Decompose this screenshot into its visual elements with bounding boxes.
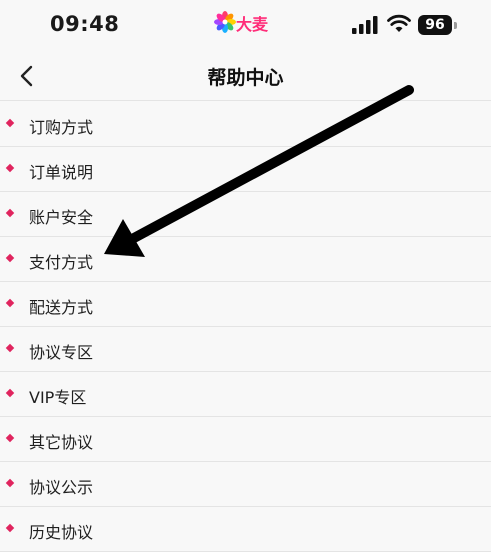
- diamond-bullet-icon: [5, 163, 15, 173]
- help-item-other-agreements[interactable]: 其它协议: [0, 417, 491, 462]
- help-item-label: VIP专区: [29, 388, 87, 407]
- battery-icon: 96: [418, 15, 452, 35]
- app-logo-text: 大麦: [236, 15, 269, 34]
- signal-icon: [352, 16, 378, 34]
- help-item-label: 配送方式: [29, 298, 94, 317]
- help-item-label: 历史协议: [29, 523, 94, 542]
- help-item-agreements[interactable]: 协议专区: [0, 327, 491, 372]
- help-item-label: 订单说明: [29, 163, 94, 182]
- diamond-bullet-icon: [5, 343, 15, 353]
- diamond-bullet-icon: [5, 118, 15, 128]
- diamond-bullet-icon: [5, 523, 15, 533]
- help-item-vip[interactable]: VIP专区: [0, 372, 491, 417]
- diamond-bullet-icon: [5, 388, 15, 398]
- battery-tip: [454, 22, 457, 29]
- help-item-label: 订购方式: [29, 118, 94, 137]
- status-bar: 09:48 大麦 96: [0, 0, 491, 52]
- diamond-bullet-icon: [5, 208, 15, 218]
- flower-logo-icon: [214, 11, 236, 33]
- navigation-bar: 帮助中心: [0, 52, 491, 101]
- help-item-ordering[interactable]: 订购方式: [0, 102, 491, 147]
- diamond-bullet-icon: [5, 253, 15, 263]
- diamond-bullet-icon: [5, 298, 15, 308]
- help-item-history-agreements[interactable]: 历史协议: [0, 507, 491, 552]
- help-item-label: 协议专区: [29, 343, 94, 362]
- help-item-label: 支付方式: [29, 253, 94, 272]
- status-time: 09:48: [50, 12, 120, 36]
- diamond-bullet-icon: [5, 478, 15, 488]
- help-item-label: 账户安全: [29, 208, 94, 227]
- help-list: 订购方式 订单说明 账户安全 支付方式 配送方式 协议专区 VIP专区 其它协议…: [0, 102, 491, 552]
- help-item-payment[interactable]: 支付方式: [0, 237, 491, 282]
- page-title: 帮助中心: [207, 67, 284, 89]
- wifi-icon: [387, 14, 411, 32]
- help-item-delivery[interactable]: 配送方式: [0, 282, 491, 327]
- help-item-label: 协议公示: [29, 478, 94, 497]
- help-item-agreement-notice[interactable]: 协议公示: [0, 462, 491, 507]
- help-item-order-info[interactable]: 订单说明: [0, 147, 491, 192]
- help-item-account-security[interactable]: 账户安全: [0, 192, 491, 237]
- help-item-label: 其它协议: [29, 433, 94, 452]
- diamond-bullet-icon: [5, 433, 15, 443]
